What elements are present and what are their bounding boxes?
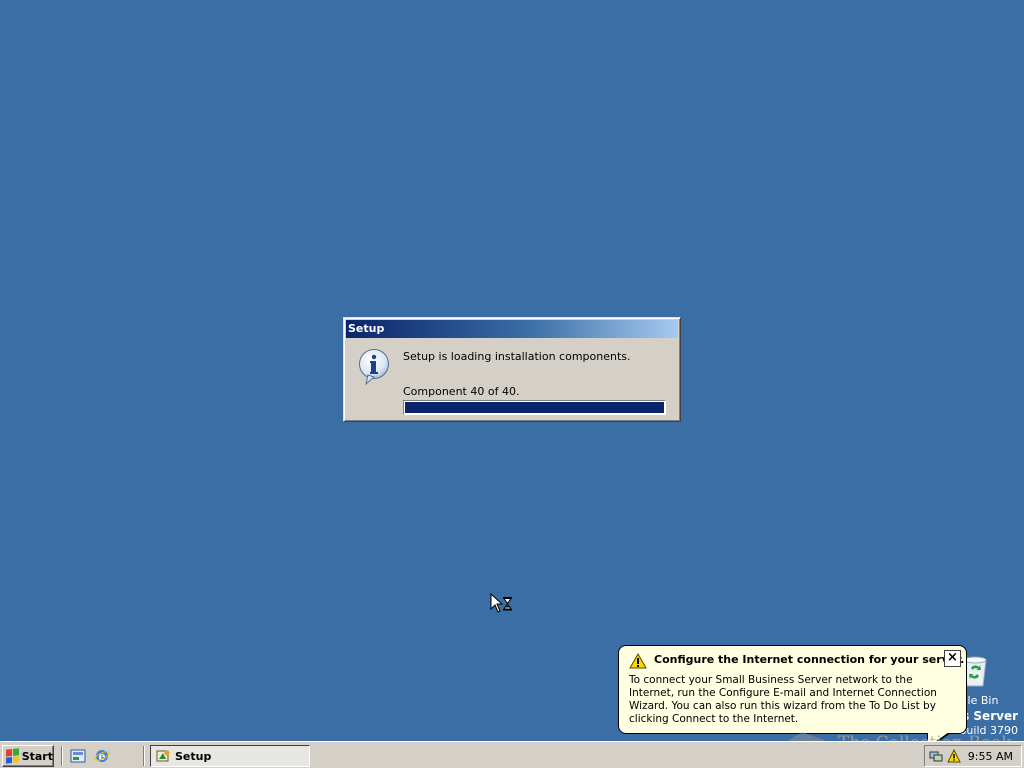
- progress-label: Component 40 of 40.: [403, 385, 520, 398]
- setup-dialog: Setup Setup is loading installation comp…: [343, 317, 681, 422]
- start-button[interactable]: Start: [2, 745, 54, 767]
- clock[interactable]: 9:55 AM: [968, 750, 1013, 763]
- system-tray: 9:55 AM: [924, 745, 1022, 767]
- warning-tray-icon[interactable]: [947, 749, 961, 763]
- dialog-title: Setup: [348, 322, 385, 335]
- balloon-close-button[interactable]: ×: [944, 650, 961, 667]
- balloon-title: Configure the Internet connection for yo…: [654, 653, 965, 666]
- setup-app-icon: [156, 750, 170, 762]
- network-tray-icon[interactable]: [929, 749, 943, 763]
- dialog-title-bar[interactable]: Setup: [346, 320, 678, 338]
- windows-flag-icon: [6, 748, 19, 764]
- progress-fill: [405, 402, 664, 413]
- taskbar-separator: [61, 746, 63, 766]
- warning-icon: [629, 653, 647, 669]
- taskbar-button-label: Setup: [175, 749, 212, 763]
- server-manager-icon[interactable]: [70, 748, 86, 764]
- info-icon: [359, 349, 389, 386]
- progress-bar: [403, 400, 666, 415]
- internet-explorer-icon[interactable]: e: [94, 748, 110, 764]
- dialog-message: Setup is loading installation components…: [403, 350, 631, 363]
- taskbar: Start e Setup 9:55 AM: [0, 741, 1024, 768]
- balloon-body: To connect your Small Business Server ne…: [629, 674, 937, 725]
- taskbar-button-setup[interactable]: Setup: [150, 745, 310, 767]
- notification-balloon[interactable]: Configure the Internet connection for yo…: [618, 645, 967, 734]
- start-label: Start: [21, 749, 53, 763]
- busy-cursor-icon: [490, 593, 512, 613]
- taskbar-separator: [143, 746, 145, 766]
